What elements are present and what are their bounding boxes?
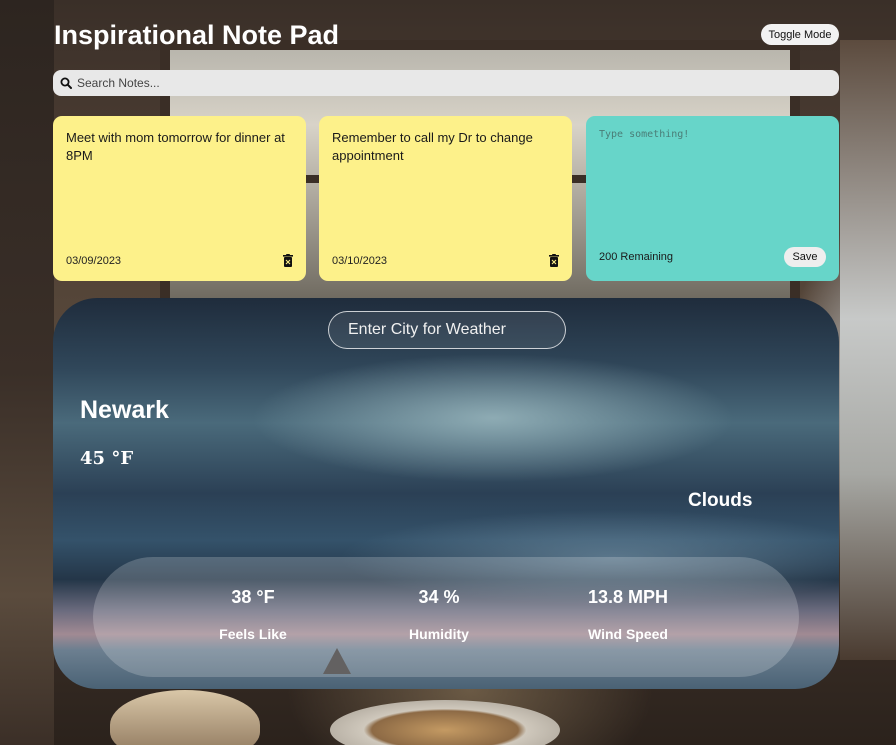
feels-like-stat: 38 °F Feels Like xyxy=(213,587,293,642)
background-wall-left xyxy=(0,0,54,745)
humidity-stat: 34 % Humidity xyxy=(394,587,484,642)
note-date: 03/09/2023 xyxy=(66,254,122,267)
humidity-value: 34 % xyxy=(418,587,460,607)
search-icon xyxy=(60,77,72,89)
wind-speed-value: 13.8 MPH xyxy=(587,587,669,607)
characters-remaining: 200 Remaining xyxy=(599,251,673,263)
note-text: Meet with mom tomorrow for dinner at 8PM xyxy=(66,130,285,163)
background-plate xyxy=(330,700,560,745)
wind-speed-stat: 13.8 MPH Wind Speed xyxy=(573,587,683,642)
note-date: 03/10/2023 xyxy=(332,254,388,267)
note-card: Meet with mom tomorrow for dinner at 8PM… xyxy=(53,116,306,281)
weather-stats-panel: 38 °F Feels Like 34 % Humidity 13.8 MPH … xyxy=(93,557,799,677)
wind-speed-label: Wind Speed xyxy=(588,626,668,642)
background-bowl xyxy=(110,690,260,745)
save-button[interactable]: Save xyxy=(784,247,826,267)
toggle-mode-button[interactable]: Toggle Mode xyxy=(761,24,839,45)
temperature: 45 °F xyxy=(80,448,134,469)
note-card: Remember to call my Dr to change appoint… xyxy=(319,116,572,281)
search-input[interactable] xyxy=(77,76,839,90)
trash-icon[interactable] xyxy=(283,254,293,267)
note-text: Remember to call my Dr to change appoint… xyxy=(332,130,533,163)
new-note-card: 200 Remaining Save xyxy=(586,116,839,281)
search-bar xyxy=(53,70,839,96)
weather-widget: Newark 45 °F Clouds 38 °F Feels Like 34 … xyxy=(53,298,839,689)
feels-like-value: 38 °F xyxy=(231,587,275,607)
city-name: Newark xyxy=(80,396,169,424)
page-title: Inspirational Note Pad xyxy=(54,20,340,50)
weather-condition: Clouds xyxy=(688,490,753,511)
background-window-right xyxy=(840,40,896,660)
humidity-label: Humidity xyxy=(409,626,469,642)
city-search-input[interactable] xyxy=(328,311,566,349)
trash-icon[interactable] xyxy=(549,254,559,267)
feels-like-label: Feels Like xyxy=(219,626,287,642)
new-note-textarea[interactable] xyxy=(599,129,826,229)
